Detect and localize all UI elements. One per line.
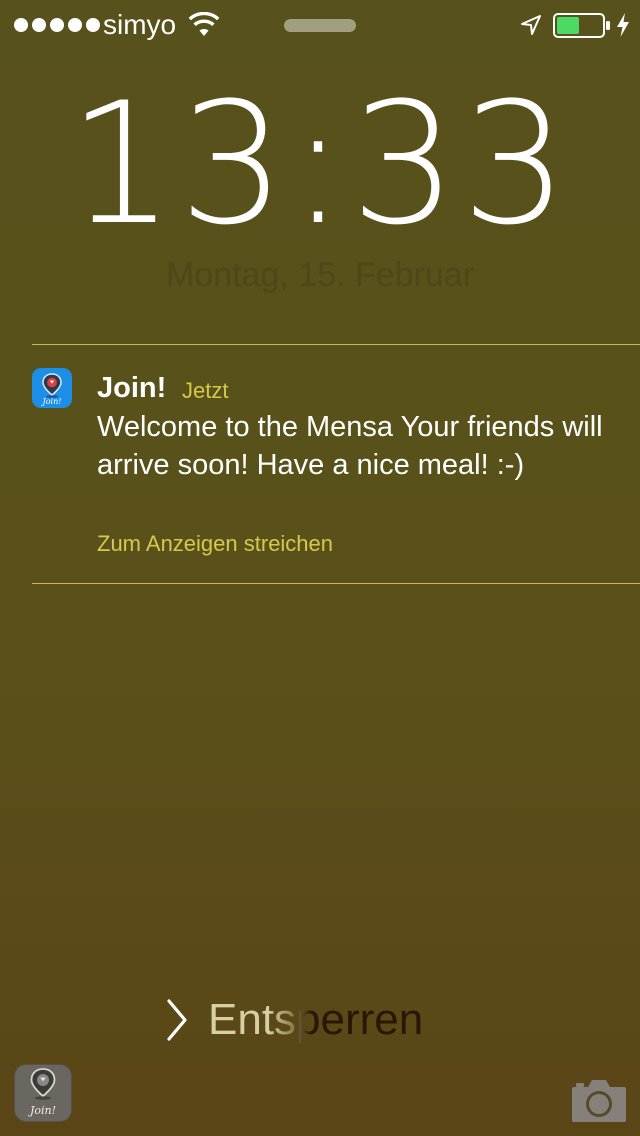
location-arrow-icon: [521, 15, 541, 35]
status-bar: simyo: [0, 0, 640, 50]
app-icon-caption: Join!: [42, 397, 62, 406]
wifi-icon: [188, 12, 220, 36]
carrier-name: simyo: [103, 9, 177, 40]
lock-screen-date: Montag, 15. Februar: [165, 256, 475, 294]
slide-to-unlock[interactable]: Entsperren: [208, 993, 423, 1047]
notification-time: Jetzt: [182, 378, 229, 403]
signal-dot: [32, 18, 46, 32]
join-app-suggestion-icon[interactable]: Join!: [14, 1064, 72, 1122]
swipe-to-view-hint[interactable]: Zum Anzeigen streichen: [97, 529, 333, 559]
camera-icon[interactable]: [570, 1076, 628, 1124]
app-icon-caption: Join!: [29, 1104, 57, 1117]
signal-strength: [14, 16, 100, 34]
signal-dot: [68, 18, 82, 32]
notification-message: Welcome to the Mensa Your friends will a…: [97, 411, 603, 481]
notification-app-name: Join!: [97, 372, 167, 404]
charging-bolt-icon: [617, 13, 629, 37]
battery-level-fill: [557, 17, 579, 34]
signal-dot: [86, 18, 100, 32]
signal-dot: [14, 18, 28, 32]
lock-screen-time: 13:33: [67, 66, 573, 262]
chevron-right-icon: [167, 999, 187, 1041]
join-app-icon: Join!: [32, 368, 72, 408]
notification-center-handle[interactable]: [284, 19, 356, 32]
notification-divider-top: [32, 344, 640, 345]
battery-icon: [553, 13, 610, 38]
signal-dot: [50, 18, 64, 32]
notification-divider-bottom: [32, 583, 640, 584]
